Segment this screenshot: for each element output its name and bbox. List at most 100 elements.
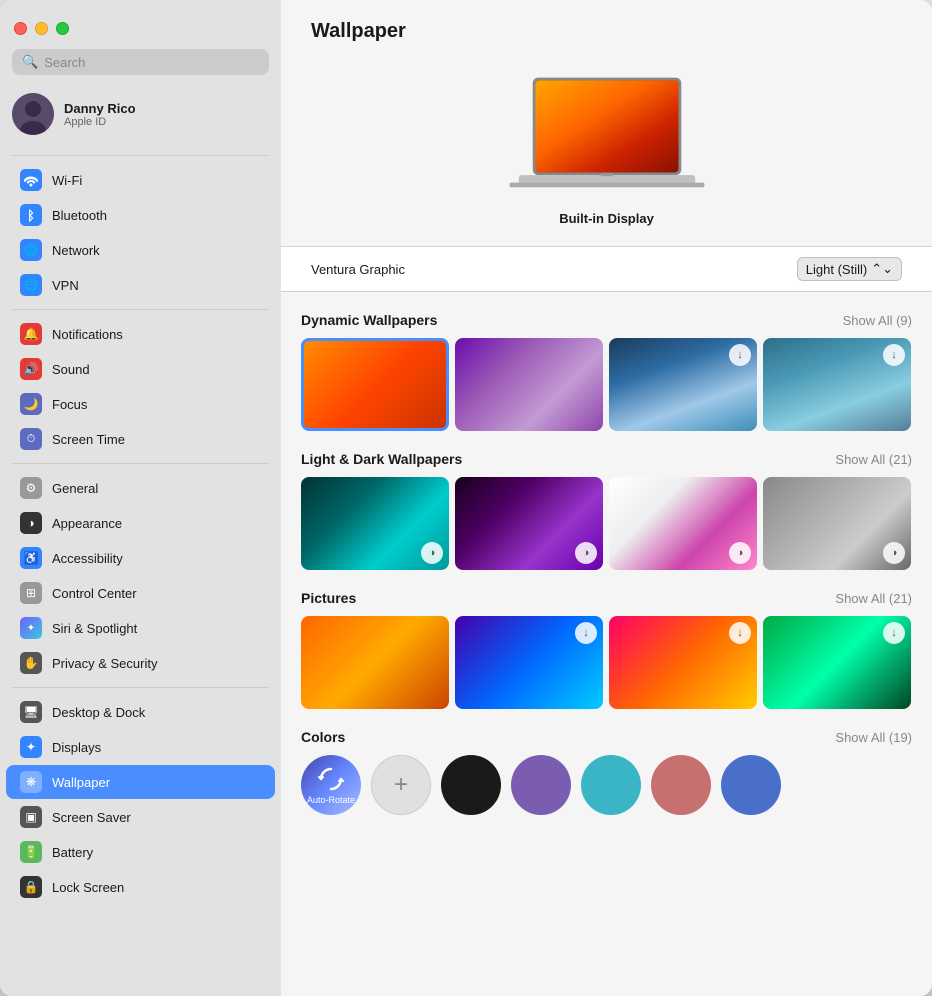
- section-header-light-dark: Light & Dark Wallpapers Show All (21): [301, 451, 912, 467]
- user-subtitle: Apple ID: [64, 116, 136, 128]
- color-swatch-black[interactable]: [441, 755, 501, 815]
- download-icon-p2: ↓: [575, 622, 597, 644]
- sidebar-item-accessibility[interactable]: ♿ Accessibility: [6, 541, 275, 575]
- minimize-button[interactable]: [35, 22, 48, 35]
- show-all-dynamic-button[interactable]: Show All (9): [843, 313, 912, 328]
- section-title-dynamic: Dynamic Wallpapers: [301, 312, 437, 328]
- wallpaper-sections: Dynamic Wallpapers Show All (9) ↓ ↓: [281, 292, 932, 996]
- sidebar-item-screentime[interactable]: ⏱ Screen Time: [6, 422, 275, 456]
- color-swatch-blue[interactable]: [721, 755, 781, 815]
- notifications-icon: 🔔: [20, 323, 42, 345]
- picture-thumb-4[interactable]: ↓: [763, 616, 911, 709]
- wallpaper-style-button[interactable]: Light (Still) ⌃⌄: [797, 257, 902, 281]
- maximize-button[interactable]: [56, 22, 69, 35]
- sidebar-item-lockscreen[interactable]: 🔒 Lock Screen: [6, 870, 275, 904]
- wallpaper-selector: Ventura Graphic Light (Still) ⌃⌄: [281, 246, 932, 292]
- privacy-label: Privacy & Security: [52, 656, 157, 671]
- dynamic-thumb-1[interactable]: [301, 338, 449, 431]
- section-header-pictures: Pictures Show All (21): [301, 590, 912, 606]
- section-pictures: Pictures Show All (21) ↓ ↓ ↓: [301, 590, 912, 709]
- picture-thumb-2[interactable]: ↓: [455, 616, 603, 709]
- sidebar-item-appearance[interactable]: ◑ Appearance: [6, 506, 275, 540]
- sidebar-item-battery[interactable]: 🔋 Battery: [6, 835, 275, 869]
- appearance-toggle-3: ◑: [729, 542, 751, 564]
- add-color-button[interactable]: +: [371, 755, 431, 815]
- screentime-label: Screen Time: [52, 432, 125, 447]
- focus-icon: 🌙: [20, 393, 42, 415]
- sidebar-item-vpn[interactable]: 🌐 VPN: [6, 268, 275, 302]
- sidebar-item-displays[interactable]: ✦ Displays: [6, 730, 275, 764]
- sidebar-item-network[interactable]: 🌐 Network: [6, 233, 275, 267]
- picture-thumb-3[interactable]: ↓: [609, 616, 757, 709]
- lightdark-thumb-2[interactable]: ◑: [455, 477, 603, 570]
- sidebar-item-focus[interactable]: 🌙 Focus: [6, 387, 275, 421]
- color-swatch-teal[interactable]: [581, 755, 641, 815]
- auto-rotate-button[interactable]: Auto-Rotate: [301, 755, 361, 815]
- sidebar-item-desktop[interactable]: 🖥 Desktop & Dock: [6, 695, 275, 729]
- section-header-colors: Colors Show All (19): [301, 729, 912, 745]
- wallpaper-label: Wallpaper: [52, 775, 110, 790]
- wallpaper-grid-light-dark: ◑ ◑ ◑ ◑: [301, 477, 912, 570]
- traffic-lights: [0, 8, 281, 35]
- search-box[interactable]: 🔍: [12, 49, 269, 75]
- screentime-icon: ⏱: [20, 428, 42, 450]
- wallpaper-name: Ventura Graphic: [311, 262, 405, 277]
- dynamic-thumb-2[interactable]: [455, 338, 603, 431]
- close-button[interactable]: [14, 22, 27, 35]
- desktop-label: Desktop & Dock: [52, 705, 145, 720]
- wallpaper-grid-dynamic: ↓ ↓: [301, 338, 912, 431]
- show-all-lightdark-button[interactable]: Show All (21): [835, 452, 912, 467]
- sidebar-item-bluetooth[interactable]: ᛒ Bluetooth: [6, 198, 275, 232]
- sidebar-item-notifications[interactable]: 🔔 Notifications: [6, 317, 275, 351]
- sidebar-item-sound[interactable]: 🔊 Sound: [6, 352, 275, 386]
- colors-grid: Auto-Rotate +: [301, 755, 912, 835]
- sidebar-item-wallpaper[interactable]: ❋ Wallpaper: [6, 765, 275, 799]
- sound-icon: 🔊: [20, 358, 42, 380]
- privacy-icon: ✋: [20, 652, 42, 674]
- sidebar: 🔍 Danny Rico Apple ID: [0, 0, 281, 996]
- dynamic-thumb-4[interactable]: ↓: [763, 338, 911, 431]
- sidebar-item-general[interactable]: ⚙ General: [6, 471, 275, 505]
- lightdark-thumb-3[interactable]: ◑: [609, 477, 757, 570]
- user-info: Danny Rico Apple ID: [64, 101, 136, 128]
- screensaver-icon: ▣: [20, 806, 42, 828]
- lightdark-thumb-1[interactable]: ◑: [301, 477, 449, 570]
- accessibility-icon: ♿: [20, 547, 42, 569]
- user-profile[interactable]: Danny Rico Apple ID: [0, 85, 281, 149]
- divider-3: [12, 463, 269, 464]
- lightdark-thumb-4[interactable]: ◑: [763, 477, 911, 570]
- siri-icon: ✦: [20, 617, 42, 639]
- appearance-toggle-1: ◑: [421, 542, 443, 564]
- screensaver-label: Screen Saver: [52, 810, 131, 825]
- sidebar-item-siri[interactable]: ✦ Siri & Spotlight: [6, 611, 275, 645]
- section-light-dark: Light & Dark Wallpapers Show All (21) ◑ …: [301, 451, 912, 570]
- section-title-colors: Colors: [301, 729, 345, 745]
- sidebar-section-network: Wi-Fi ᛒ Bluetooth 🌐 Network 🌐: [0, 162, 281, 303]
- search-input[interactable]: [44, 55, 259, 70]
- lockscreen-label: Lock Screen: [52, 880, 124, 895]
- show-all-pictures-button[interactable]: Show All (21): [835, 591, 912, 606]
- vpn-icon: 🌐: [20, 274, 42, 296]
- show-all-colors-button[interactable]: Show All (19): [835, 730, 912, 745]
- sound-label: Sound: [52, 362, 90, 377]
- dynamic-thumb-3[interactable]: ↓: [609, 338, 757, 431]
- sidebar-section-preferences: ⚙ General ◑ Appearance ♿ Accessibility: [0, 470, 281, 681]
- wallpaper-grid-pictures: ↓ ↓ ↓: [301, 616, 912, 709]
- appearance-label: Appearance: [52, 516, 122, 531]
- general-label: General: [52, 481, 98, 496]
- color-swatch-rose[interactable]: [651, 755, 711, 815]
- laptop-svg: [497, 73, 717, 203]
- siri-label: Siri & Spotlight: [52, 621, 137, 636]
- wallpaper-icon: ❋: [20, 771, 42, 793]
- displays-icon: ✦: [20, 736, 42, 758]
- sidebar-item-wifi[interactable]: Wi-Fi: [6, 163, 275, 197]
- picture-thumb-1[interactable]: [301, 616, 449, 709]
- display-label: Built-in Display: [559, 211, 654, 226]
- sidebar-item-privacy[interactable]: ✋ Privacy & Security: [6, 646, 275, 680]
- window: 🔍 Danny Rico Apple ID: [0, 0, 932, 996]
- sidebar-item-screensaver[interactable]: ▣ Screen Saver: [6, 800, 275, 834]
- sidebar-item-controlcenter[interactable]: ⊞ Control Center: [6, 576, 275, 610]
- color-swatch-purple[interactable]: [511, 755, 571, 815]
- battery-label: Battery: [52, 845, 93, 860]
- notifications-label: Notifications: [52, 327, 123, 342]
